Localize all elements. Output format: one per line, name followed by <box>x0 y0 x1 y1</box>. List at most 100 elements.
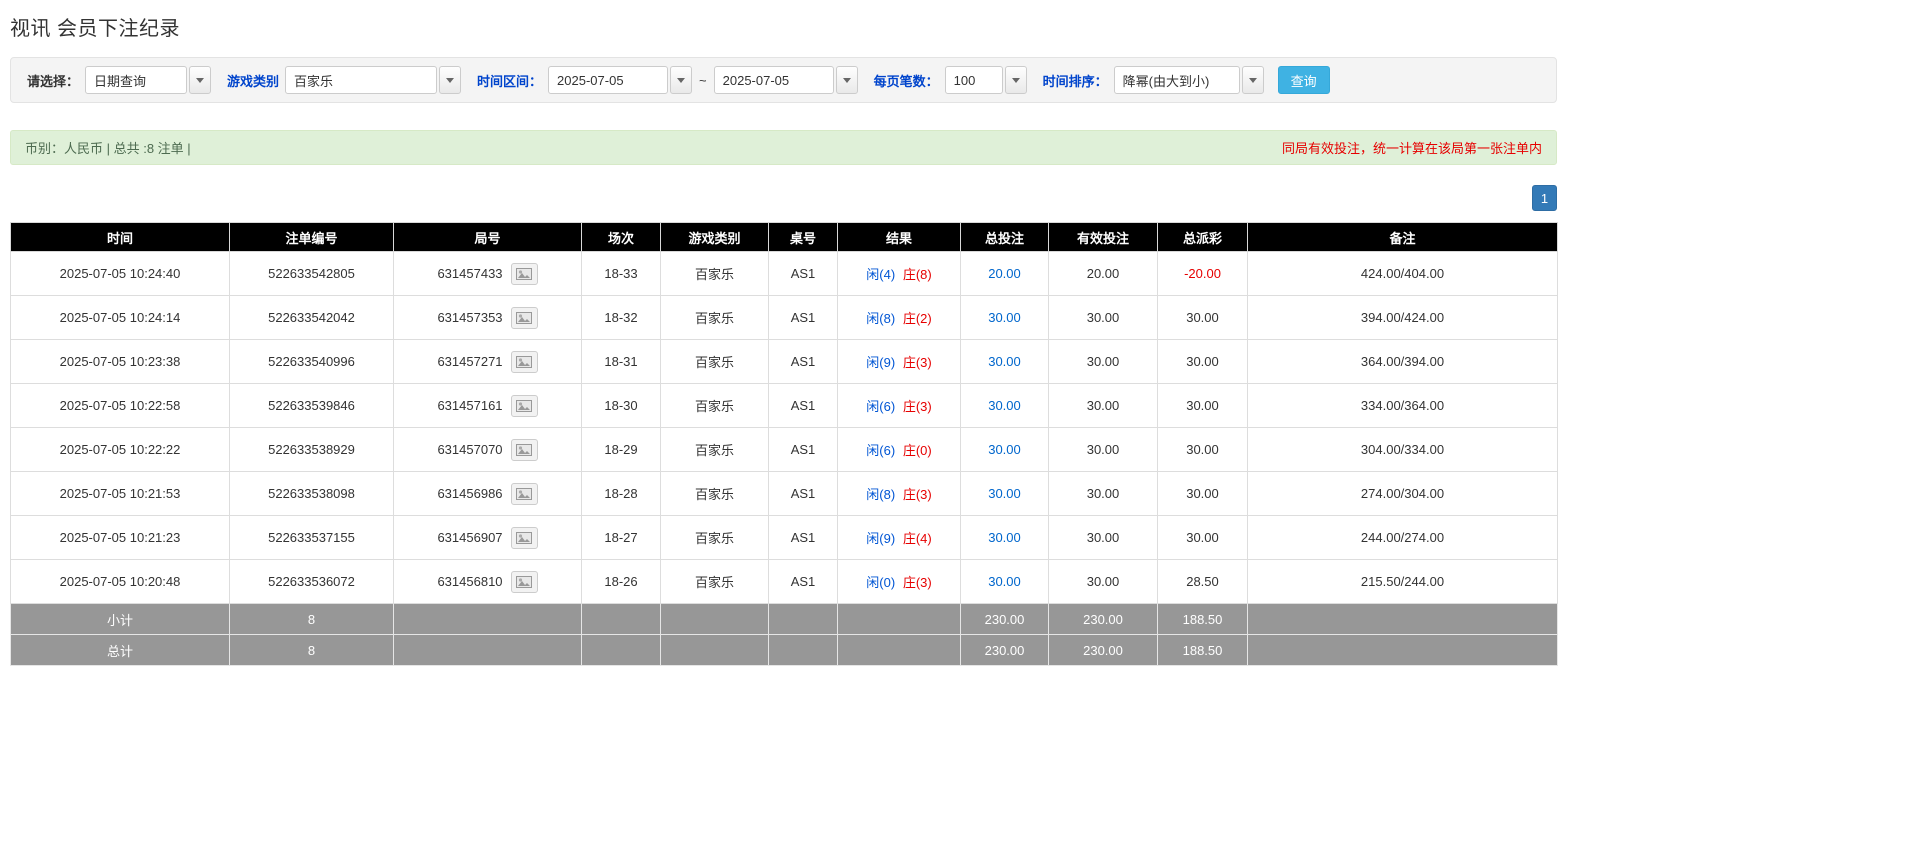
game-type-input[interactable] <box>285 66 438 94</box>
total-bet-cell: 20.00 <box>960 251 1049 296</box>
pagination-page-1[interactable]: 1 <box>1532 185 1557 211</box>
remark-cell: 394.00/424.00 <box>1247 295 1558 340</box>
table-row: 2025-07-05 10:20:48 522633536072 6314568… <box>10 559 1558 604</box>
payout-value: 30.00 <box>1186 398 1219 413</box>
round-id: 631457070 <box>437 442 503 457</box>
page-container: 视讯 会员下注纪录 请选择： 游戏类别 时间区间： ~ 每页笔数： 时间排序： <box>10 12 1558 843</box>
payout-cell: 30.00 <box>1157 427 1248 472</box>
total-bet-link[interactable]: 30.00 <box>988 574 1021 589</box>
table-number-cell: AS1 <box>768 339 838 384</box>
result-player: 闲(8) <box>866 311 896 326</box>
subtotal-payout: 188.50 <box>1157 603 1248 635</box>
round-id: 631457271 <box>437 354 503 369</box>
round-id: 631456907 <box>437 530 503 545</box>
select-type-label: 请选择： <box>27 73 80 89</box>
result-cell: 闲(6) 庄(3) <box>837 383 961 428</box>
session-cell: 18-26 <box>581 559 661 604</box>
remark-cell: 244.00/274.00 <box>1247 515 1558 560</box>
result-cell: 闲(9) 庄(3) <box>837 339 961 384</box>
total-bet-link[interactable]: 30.00 <box>988 398 1021 413</box>
table-number-cell: AS1 <box>768 251 838 296</box>
page-size-combo <box>944 66 1027 94</box>
result-cell: 闲(6) 庄(0) <box>837 427 961 472</box>
total-bet-cell: 30.00 <box>960 295 1049 340</box>
result-banker: 庄(3) <box>902 355 932 370</box>
date-from-dropdown-button[interactable] <box>670 66 693 94</box>
total-bet-link[interactable]: 30.00 <box>988 442 1021 457</box>
column-header: 桌号 <box>768 222 838 252</box>
session-cell: 18-33 <box>581 251 661 296</box>
caret-down-icon <box>842 77 851 83</box>
game-type-cell: 百家乐 <box>660 251 769 296</box>
video-replay-icon[interactable] <box>510 394 538 417</box>
result-player: 闲(9) <box>866 531 896 546</box>
page-size-input[interactable] <box>944 66 1003 94</box>
date-to-dropdown-button[interactable] <box>835 66 858 94</box>
video-replay-icon[interactable] <box>510 306 538 329</box>
total-bet-link[interactable]: 30.00 <box>988 530 1021 545</box>
total-bet-link[interactable]: 30.00 <box>988 354 1021 369</box>
table-row: 2025-07-05 10:22:22 522633538929 6314570… <box>10 427 1558 472</box>
video-replay-icon[interactable] <box>510 482 538 505</box>
total-bet-link[interactable]: 30.00 <box>988 310 1021 325</box>
time-cell: 2025-07-05 10:24:40 <box>10 251 230 296</box>
game-type-cell: 百家乐 <box>660 383 769 428</box>
valid-bet-cell: 30.00 <box>1048 471 1158 516</box>
total-bet-link[interactable]: 30.00 <box>988 486 1021 501</box>
query-type-input[interactable] <box>85 66 188 94</box>
remark-cell: 304.00/334.00 <box>1247 427 1558 472</box>
payout-cell: 28.50 <box>1157 559 1248 604</box>
valid-bet-cell: 30.00 <box>1048 383 1158 428</box>
session-cell: 18-27 <box>581 515 661 560</box>
payout-cell: -20.00 <box>1157 251 1248 296</box>
date-range-separator: ~ <box>699 72 707 88</box>
subtotal-count: 8 <box>229 603 394 635</box>
session-cell: 18-28 <box>581 471 661 516</box>
total-row: 总计 8 230.00 230.00 188.50 <box>10 634 1558 666</box>
total-bet-link[interactable]: 20.00 <box>988 266 1021 281</box>
total-bet-cell: 30.00 <box>960 559 1049 604</box>
round-cell: 631457353 <box>393 295 582 340</box>
subtotal-row: 小计 8 230.00 230.00 188.50 <box>10 603 1558 635</box>
payout-cell: 30.00 <box>1157 471 1248 516</box>
video-replay-icon[interactable] <box>510 350 538 373</box>
sort-order-dropdown-button[interactable] <box>1241 66 1264 94</box>
video-replay-icon[interactable] <box>510 438 538 461</box>
round-cell: 631457433 <box>393 251 582 296</box>
video-replay-icon[interactable] <box>510 570 538 593</box>
query-type-combo <box>85 66 212 94</box>
total-payout: 188.50 <box>1157 634 1248 666</box>
video-replay-icon[interactable] <box>510 262 538 285</box>
time-cell: 2025-07-05 10:22:22 <box>10 427 230 472</box>
sort-order-input[interactable] <box>1113 66 1240 94</box>
valid-bet-cell: 30.00 <box>1048 515 1158 560</box>
column-header: 结果 <box>837 222 961 252</box>
payout-value: 30.00 <box>1186 310 1219 325</box>
bet-id-cell: 522633542805 <box>229 251 394 296</box>
search-button[interactable]: 查询 <box>1277 66 1330 94</box>
query-type-dropdown-button[interactable] <box>189 66 212 94</box>
total-bet-cell: 30.00 <box>960 471 1049 516</box>
payout-value: 30.00 <box>1186 442 1219 457</box>
payout-cell: 30.00 <box>1157 339 1248 384</box>
page-size-dropdown-button[interactable] <box>1004 66 1027 94</box>
game-type-label: 游戏类别 <box>227 73 280 89</box>
game-type-dropdown-button[interactable] <box>439 66 462 94</box>
video-replay-icon[interactable] <box>510 526 538 549</box>
bet-id-cell: 522633539846 <box>229 383 394 428</box>
remark-cell: 334.00/364.00 <box>1247 383 1558 428</box>
result-cell: 闲(8) 庄(2) <box>837 295 961 340</box>
game-type-cell: 百家乐 <box>660 515 769 560</box>
date-from-input[interactable] <box>548 66 669 94</box>
valid-bet-cell: 20.00 <box>1048 251 1158 296</box>
game-type-cell: 百家乐 <box>660 339 769 384</box>
column-header: 有效投注 <box>1048 222 1158 252</box>
payout-value: 28.50 <box>1186 574 1219 589</box>
total-total-bet: 230.00 <box>960 634 1049 666</box>
table-row: 2025-07-05 10:24:14 522633542042 6314573… <box>10 295 1558 340</box>
result-banker: 庄(4) <box>902 531 932 546</box>
total-bet-cell: 30.00 <box>960 427 1049 472</box>
summary-notice: 同局有效投注，统一计算在该局第一张注单内 <box>1281 141 1542 156</box>
payout-value: 30.00 <box>1186 530 1219 545</box>
date-to-input[interactable] <box>713 66 834 94</box>
